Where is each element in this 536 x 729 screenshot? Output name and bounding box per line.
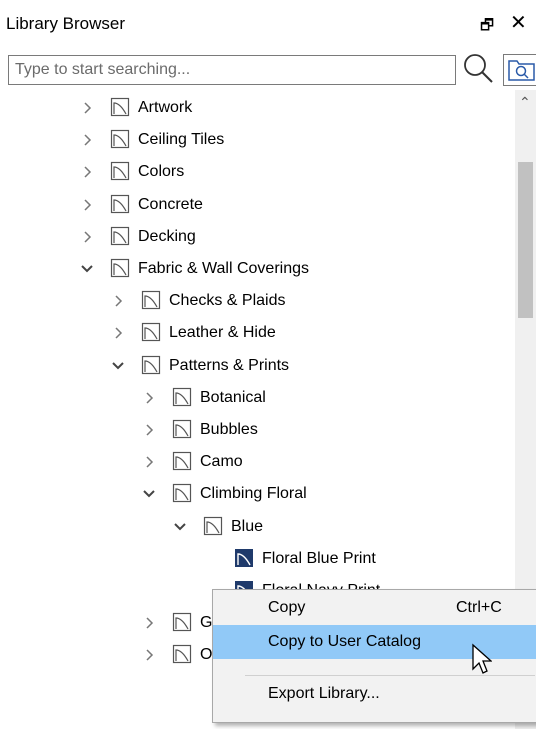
tree-item-botanical[interactable]: Botanical	[0, 382, 515, 414]
chevron-right-icon[interactable]	[111, 291, 125, 311]
folder-icon	[203, 516, 223, 536]
material-icon	[234, 548, 254, 568]
tree-item-label: Fabric & Wall Coverings	[138, 260, 310, 277]
search-icon[interactable]	[461, 51, 495, 85]
folder-icon	[172, 612, 192, 632]
chevron-right-icon[interactable]	[142, 645, 156, 665]
chevron-right-icon[interactable]	[80, 195, 94, 215]
tree-item-label: Ceiling Tiles	[138, 131, 225, 149]
tree-item-leather-hide[interactable]: Leather & Hide	[0, 317, 515, 349]
chevron-down-icon[interactable]	[173, 517, 187, 537]
chevron-right-icon[interactable]	[80, 98, 94, 118]
tree-item-decking[interactable]: Decking	[0, 221, 515, 253]
menu-item-label: Copy to User Catalog	[268, 633, 421, 650]
tree-item-label: Blue	[231, 517, 264, 535]
tree-item-label: Artwork	[138, 99, 193, 116]
scroll-up-icon[interactable]: ⌃	[519, 94, 531, 111]
tree-item-label: Leather & Hide	[169, 324, 276, 342]
chevron-right-icon[interactable]	[111, 323, 125, 343]
folder-icon	[172, 451, 192, 471]
tree-item-label: Bubbles	[200, 421, 258, 438]
scrollbar-thumb[interactable]	[518, 162, 533, 318]
chevron-right-icon[interactable]	[142, 420, 156, 440]
tree-item-patterns-prints[interactable]: Patterns & Prints	[0, 350, 515, 382]
tree-item-label: Patterns & Prints	[169, 356, 290, 374]
mouse-pointer-icon	[472, 643, 492, 674]
folder-icon	[172, 483, 192, 503]
menu-item-copy[interactable]: Copy Ctrl+C	[213, 591, 536, 625]
tree-item-colors[interactable]: Colors	[0, 156, 515, 188]
tree-item-camo[interactable]: Camo	[0, 446, 515, 478]
tree-item-label: Botanical	[200, 388, 266, 406]
tree-item-blue[interactable]: Blue	[0, 511, 515, 543]
folder-icon	[110, 129, 130, 149]
tree-item-label: Camo	[200, 453, 243, 471]
chevron-right-icon[interactable]	[80, 162, 94, 182]
tree-item-concrete[interactable]: Concrete	[0, 189, 515, 221]
chevron-right-icon[interactable]	[142, 452, 156, 472]
search-folder-button[interactable]	[503, 54, 536, 86]
tree-item-artwork[interactable]: Artwork	[0, 92, 515, 124]
close-icon[interactable]: ✕	[510, 10, 527, 35]
folder-icon	[141, 322, 161, 342]
panel-titlebar: Library Browser 🗗 ✕	[0, 0, 536, 48]
folder-icon	[172, 419, 192, 439]
tree-item-checks-plaids[interactable]: Checks & Plaids	[0, 285, 515, 317]
chevron-right-icon[interactable]	[142, 613, 156, 633]
menu-item-label: Export Library...	[268, 685, 380, 702]
chevron-right-icon[interactable]	[80, 130, 94, 150]
menu-item-label: Copy	[268, 599, 306, 616]
folder-icon	[110, 258, 130, 278]
folder-icon	[110, 226, 130, 246]
tree-item-ceiling-tiles[interactable]: Ceiling Tiles	[0, 124, 515, 156]
tree-item-label: Climbing Floral	[200, 485, 307, 503]
folder-icon	[172, 387, 192, 407]
folder-icon	[141, 355, 161, 375]
tree-item-fabric-wall-coverings[interactable]: Fabric & Wall Coverings	[0, 253, 515, 285]
folder-icon	[110, 97, 130, 117]
chevron-right-icon[interactable]	[142, 388, 156, 408]
folder-icon	[110, 161, 130, 181]
restore-window-icon[interactable]: 🗗	[480, 15, 494, 40]
tree-item-label: Concrete	[138, 195, 203, 213]
search-input[interactable]	[13, 58, 453, 82]
panel-title: Library Browser	[6, 14, 126, 33]
chevron-right-icon[interactable]	[80, 227, 94, 247]
tree-item-label: Checks & Plaids	[169, 292, 286, 310]
tree-item-label: Floral Blue Print	[262, 549, 376, 567]
tree-item-floral-blue-print[interactable]: Floral Blue Print	[0, 543, 515, 575]
menu-item-export-library[interactable]: Export Library...	[213, 677, 536, 711]
chevron-down-icon[interactable]	[80, 259, 94, 279]
folder-icon	[110, 194, 130, 214]
folder-search-icon	[508, 60, 535, 81]
search-box	[8, 55, 456, 85]
chevron-down-icon[interactable]	[142, 484, 156, 504]
chevron-down-icon[interactable]	[111, 356, 125, 376]
tree-item-label: Decking	[138, 227, 196, 245]
menu-item-shortcut: Ctrl+C	[456, 599, 502, 616]
folder-icon	[141, 290, 161, 310]
tree-item-climbing-floral[interactable]: Climbing Floral	[0, 478, 515, 510]
tree-item-bubbles[interactable]: Bubbles	[0, 414, 515, 446]
folder-icon	[172, 644, 192, 664]
tree-item-label: Colors	[138, 163, 185, 181]
